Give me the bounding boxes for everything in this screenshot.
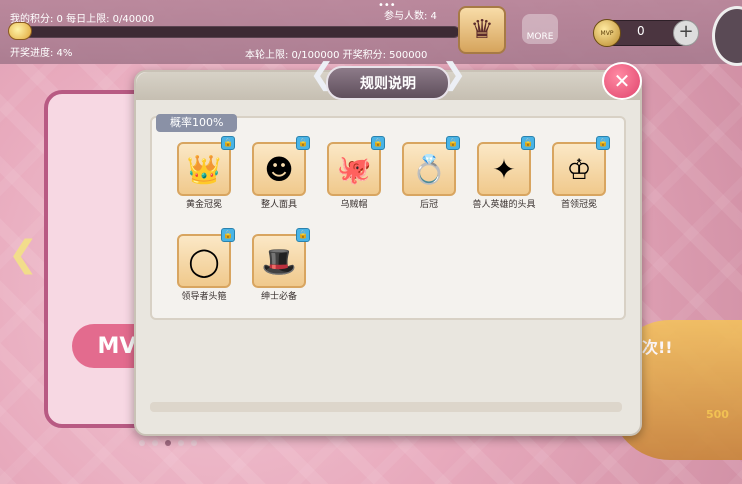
lock-icon: 🔒 [221, 228, 235, 242]
reward-item[interactable]: ◯ 🔒 领导者头箍 [172, 228, 236, 302]
currency-value: 0 [637, 24, 645, 38]
progress-knob-icon [8, 22, 32, 40]
reward-item[interactable]: ♔ 🔒 首领冠冕 [547, 136, 611, 210]
close-icon: ✕ [613, 69, 631, 93]
reward-name: 兽人英雄的头具 [472, 200, 536, 210]
probability-tag: 概率100% [156, 114, 238, 132]
page-dot [139, 440, 145, 446]
reward-list-panel: 概率100% 👑 🔒 黄金冠冕 ☻ 🔒 整人面具 🐙 🔒 乌贼帽 💍 🔒 后冠 ✦ 🔒 兽… [150, 114, 626, 320]
reward-item[interactable]: 🐙 🔒 乌贼帽 [322, 136, 386, 210]
lock-icon: 🔒 [296, 136, 310, 150]
page-dot-active [165, 440, 171, 446]
mvp-coin-icon: MVP [593, 19, 621, 47]
reward-name: 后冠 [419, 200, 438, 210]
boss-crown-icon: ♔ 🔒 [552, 136, 610, 196]
previous-arrow-icon[interactable]: ❮ [8, 234, 38, 275]
dialog-footer-strip [150, 402, 622, 412]
lock-icon: 🔒 [371, 136, 385, 150]
draw-progress-bar [14, 26, 460, 38]
mask-icon: ☻ 🔒 [252, 136, 310, 196]
featured-reward-icon[interactable]: ♛ [458, 6, 506, 54]
page-dot [152, 440, 158, 446]
lock-icon: 🔒 [596, 136, 610, 150]
reward-item[interactable]: 👑 🔒 黄金冠冕 [172, 136, 236, 210]
squid-hat-icon: 🐙 🔒 [327, 136, 385, 196]
reward-item[interactable]: ✦ 🔒 兽人英雄的头具 [472, 136, 536, 210]
lock-icon: 🔒 [521, 136, 535, 150]
reward-item[interactable]: ☻ 🔒 整人面具 [247, 136, 311, 210]
currency-display: MVP 0 + [593, 19, 699, 47]
reward-name: 领导者头箍 [181, 292, 227, 302]
reward-name: 黄金冠冕 [185, 200, 222, 210]
participants-text: 参与人数: 4 [384, 11, 437, 22]
page-dot [178, 440, 184, 446]
page-indicator [139, 440, 197, 446]
reward-item[interactable]: 💍 🔒 后冠 [397, 136, 461, 210]
dialog-title: 规则说明 [326, 66, 450, 100]
add-currency-button[interactable]: + [673, 20, 699, 46]
tiara-icon: 💍 🔒 [402, 136, 460, 196]
lock-icon: 🔒 [221, 136, 235, 150]
headband-icon: ◯ 🔒 [177, 228, 235, 288]
reward-item[interactable]: 🎩 🔒 绅士必备 [247, 228, 311, 302]
reward-name: 整人面具 [260, 200, 297, 210]
lock-icon: 🔒 [296, 228, 310, 242]
more-button[interactable]: MORE [522, 14, 558, 44]
my-points-text: 我的积分: 0 每日上限: 0/40000 [10, 14, 155, 25]
close-button[interactable]: ✕ [602, 62, 642, 100]
top-hat-icon: 🎩 🔒 [252, 228, 310, 288]
rules-dialog: ❮ ❯ 规则说明 ✕ 概率100% 👑 🔒 黄金冠冕 ☻ 🔒 整人面具 🐙 🔒 乌贼帽… [134, 58, 642, 436]
lock-icon: 🔒 [446, 136, 460, 150]
reward-name: 乌贼帽 [340, 200, 368, 210]
more-button-label: MORE [526, 32, 554, 42]
orc-helmet-icon: ✦ 🔒 [477, 136, 535, 196]
reward-name: 绅士必备 [260, 292, 297, 302]
ten-draw-cost: 500 [706, 408, 729, 421]
crown-icon: 👑 🔒 [177, 136, 235, 196]
draw-progress-text: 开奖进度: 4% [10, 48, 73, 59]
reward-name: 首领冠冕 [560, 200, 597, 210]
page-dot [191, 440, 197, 446]
